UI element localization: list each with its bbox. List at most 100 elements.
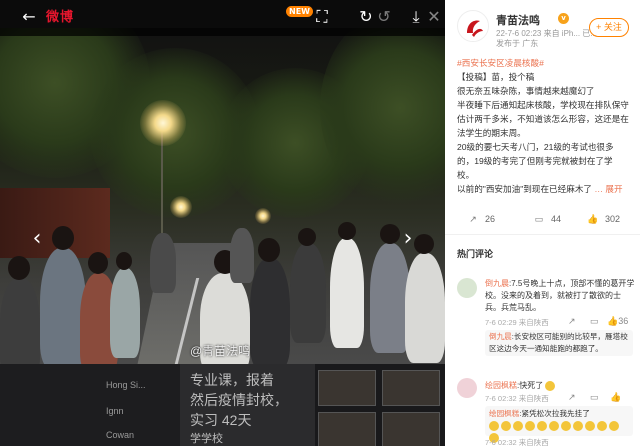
reply-text: 绘园枫糕:紧凭松次拉我先挂了 <box>489 408 631 420</box>
street-lamp <box>170 196 192 218</box>
comment-time: 7-6 02:32 来自陕西 <box>485 438 549 446</box>
follow-button[interactable]: + 关注 <box>589 18 629 37</box>
person-shape <box>150 233 176 293</box>
rotate-left-icon[interactable]: ↺ <box>373 6 395 28</box>
share-icon[interactable]: ↗ <box>568 316 576 327</box>
like-action[interactable]: 👍 302 <box>587 214 620 225</box>
person-shape <box>0 278 40 364</box>
comment-time: 7-6 02:32 来自陕西 <box>485 394 549 403</box>
background-text: 学学校 <box>190 433 223 445</box>
person-shape <box>405 253 445 363</box>
person-shape <box>230 228 254 283</box>
background-side-text: Hong Si... <box>106 380 146 390</box>
post-line: 半夜睡下后通知起床核酸，学校现在排队保守 <box>457 100 629 110</box>
background-thumbnail <box>318 412 376 446</box>
comment-time: 7-6 02:29 来自陕西 <box>485 318 549 327</box>
emoji-icon <box>537 421 547 431</box>
close-icon[interactable]: ✕ <box>423 6 445 28</box>
comment-reply: 绘园枫糕:紧凭松次拉我先挂了 <box>485 406 633 443</box>
reply-name[interactable]: 倒九晨 <box>489 332 512 341</box>
commenter-avatar[interactable] <box>457 378 477 398</box>
person-head <box>88 252 108 274</box>
comment-action[interactable]: ▭ 44 <box>533 214 561 225</box>
person-shape <box>110 268 140 358</box>
post-line: 【投稿】苗，投个稿 <box>457 72 535 82</box>
reply-text: 倒九晨:长安校区可能别的比较早，雁塔校区这边今天一通知能跑的都跑了。 <box>489 331 631 355</box>
thumbs-up-icon: 👍 <box>587 214 599 224</box>
reply-body: :紧凭松次拉我先挂了 <box>519 409 590 418</box>
background-text: 专业课，报着 <box>190 372 274 388</box>
commenter-avatar[interactable] <box>457 278 477 298</box>
user-avatar[interactable] <box>457 10 489 42</box>
emoji-icon <box>501 421 511 431</box>
next-arrow-icon[interactable]: › <box>397 226 419 252</box>
verified-badge-icon: v <box>558 13 569 24</box>
comment-icon[interactable]: ▭ <box>590 392 599 403</box>
street-lamp <box>255 208 271 224</box>
commenter-name[interactable]: 倒九晨 <box>485 279 509 288</box>
like-count: 302 <box>605 214 621 224</box>
post-line: 很无奈五味杂陈，事情越来越魔幻了 <box>457 86 595 96</box>
person-head <box>258 238 280 262</box>
background-side-text: Cowan <box>106 430 135 440</box>
background-text: 实习 42天 <box>190 412 252 428</box>
hashtag-link[interactable]: #西安长安区凌晨核酸# <box>457 58 544 68</box>
background-text: 然后疫情封校， <box>190 392 288 408</box>
lamp-pole <box>161 128 163 248</box>
viewer-toolbar: ← 微博 NEW ⛶ ↻ ↺ ⤓ ✕ <box>0 0 445 36</box>
post-line: 的，19级的考完了但刚考完就被封在了学 <box>457 156 613 166</box>
background-left-block <box>0 364 180 446</box>
person-head <box>8 256 30 280</box>
avatar-logo-icon <box>459 12 488 41</box>
comment-reply: 倒九晨:长安校区可能别的比较早，雁塔校区这边今天一通知能跑的都跑了。 <box>485 330 633 356</box>
post-hashtag[interactable]: #西安长安区凌晨核酸# <box>457 56 633 70</box>
share-icon: ↗ <box>469 214 477 224</box>
new-badge: NEW <box>286 6 313 17</box>
post-line: 法学生的期末周。 <box>457 128 526 138</box>
comment-count: 44 <box>551 214 562 224</box>
emoji-icon <box>525 421 535 431</box>
reply-name[interactable]: 绘园枫糕 <box>489 409 519 418</box>
prev-arrow-icon[interactable]: ‹ <box>26 226 48 252</box>
comment-icon: ▭ <box>534 214 544 224</box>
person-shape <box>370 243 410 353</box>
post-line: 估计两千多米，不知道该怎么形容，这还是在 <box>457 114 629 124</box>
person-head <box>338 222 356 240</box>
brick-wall <box>0 188 110 258</box>
like-count: 36 <box>618 316 629 326</box>
post-line: 20级的要七天考八门，21级的考试也很多 <box>457 142 614 152</box>
post-line-text: 以前的"西安加油"到现在已经麻木了 <box>457 184 593 194</box>
expand-label[interactable]: 展开 <box>605 184 622 194</box>
comment-icon[interactable]: ▭ <box>590 316 599 327</box>
emoji-icon <box>597 421 607 431</box>
photo-watermark: @青苗法鸣 <box>190 344 251 358</box>
post-line: 以前的"西安加油"到现在已经麻木了 … 展开 <box>457 182 633 196</box>
thumbs-up-icon[interactable]: 👍 <box>610 392 621 403</box>
like-action[interactable]: 👍36 <box>607 316 628 327</box>
person-head <box>116 252 132 270</box>
background-side-text: Ignn <box>106 406 124 416</box>
person-shape <box>330 238 364 348</box>
emoji-icon <box>513 421 523 431</box>
person-shape <box>290 243 326 343</box>
emoji-icon <box>549 421 559 431</box>
emoji-icon <box>561 421 571 431</box>
thumbs-up-icon: 👍 <box>607 316 619 326</box>
commenter-name[interactable]: 绘园枫糕 <box>485 381 517 390</box>
expand-link[interactable]: … 展开 <box>594 184 622 194</box>
share-icon[interactable]: ↗ <box>568 392 576 403</box>
emoji-icon <box>545 380 556 391</box>
background-thumbnail <box>382 412 440 446</box>
emoji-icon <box>609 421 619 431</box>
background-thumbnail <box>382 370 440 406</box>
emoji-icon <box>585 421 595 431</box>
image-viewer: 专业课，报着 然后疫情封校， 实习 42天 学学校 Hong Si... Ign… <box>0 0 445 446</box>
comment-text: 绘园枫糕:快死了 <box>485 380 635 392</box>
background-thumbnail <box>318 370 376 406</box>
post-location: 发布于 广东 <box>496 39 539 48</box>
street-lamp <box>140 100 186 146</box>
fullscreen-icon[interactable]: ⛶ <box>311 6 333 28</box>
back-arrow-icon[interactable]: ← <box>18 6 40 28</box>
share-action[interactable]: ↗ 26 <box>467 214 495 225</box>
username-link[interactable]: 青苗法鸣 <box>496 12 540 28</box>
